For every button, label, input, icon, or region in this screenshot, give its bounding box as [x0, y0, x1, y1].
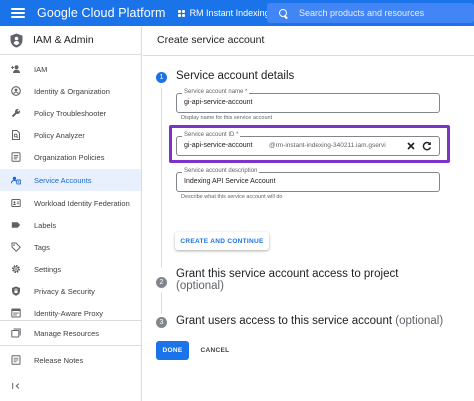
- sidebar-item-label: Manage Resources: [34, 328, 100, 338]
- proxy-icon: [11, 308, 21, 318]
- sidebar-divider: [0, 320, 141, 321]
- sidebar-item-identity-organization[interactable]: Identity & Organization: [0, 80, 141, 102]
- sidebar-item-label: Privacy & Security: [34, 286, 95, 296]
- document-search-icon: [11, 130, 21, 140]
- project-dots-icon: [177, 9, 185, 17]
- sidebar-item-label: Workload Identity Federation: [34, 198, 130, 208]
- service-account-name-field[interactable]: Service account name * gi-api-service-ac…: [176, 89, 440, 113]
- project-selector[interactable]: RM Instant Indexing: [177, 8, 281, 18]
- step-2-title-text: Grant this service account access to pro…: [176, 268, 399, 280]
- create-and-continue-button[interactable]: CREATE AND CONTINUE: [175, 232, 269, 250]
- person-add-icon: [11, 64, 21, 74]
- sidebar-item-label: Identity & Organization: [34, 86, 110, 96]
- name-help-text: Display name for this service account: [181, 115, 273, 121]
- field-label: Service account name *: [182, 89, 250, 95]
- highlight-box: [169, 125, 450, 163]
- step-connector: [161, 292, 162, 314]
- sidebar-item-release-notes[interactable]: Release Notes: [0, 349, 141, 371]
- step-3-title[interactable]: Grant users access to this service accou…: [176, 315, 443, 327]
- step-1-badge: 1: [156, 72, 167, 83]
- sidebar-item-privacy-security[interactable]: Privacy & Security: [0, 280, 141, 302]
- sidebar-item-manage-resources[interactable]: Manage Resources: [0, 322, 141, 344]
- service-account-description-field[interactable]: Service account description Indexing API…: [176, 168, 440, 192]
- step-1-title[interactable]: Service account details: [176, 70, 294, 82]
- step-2-title[interactable]: Grant this service account access to pro…: [176, 268, 398, 292]
- cancel-button[interactable]: CANCEL: [197, 341, 233, 360]
- collapse-icon: [11, 381, 21, 391]
- sidebar-item-label: Policy Troubleshooter: [34, 108, 107, 118]
- sidebar-item-iam[interactable]: IAM: [0, 58, 141, 80]
- header-divider: [143, 55, 474, 56]
- tag-icon: [11, 242, 21, 252]
- step-3-optional: (optional): [395, 315, 444, 327]
- field-value[interactable]: gi-api-service-account: [184, 99, 252, 106]
- sidebar-item-service-accounts[interactable]: Service Accounts: [0, 169, 141, 191]
- step-3-badge: 3: [156, 317, 167, 328]
- project-name: RM Instant Indexing: [189, 8, 270, 18]
- done-button[interactable]: DONE: [156, 341, 189, 360]
- sidebar-item-policy-analyzer[interactable]: Policy Analyzer: [0, 124, 141, 146]
- field-label: Service account description: [182, 168, 260, 174]
- federation-icon: [11, 198, 21, 208]
- label-icon: [11, 220, 21, 230]
- collapse-sidebar-button[interactable]: [0, 375, 141, 397]
- sidebar-item-label: Identity-Aware Proxy: [34, 308, 104, 318]
- field-value[interactable]: Indexing API Service Account: [184, 178, 275, 185]
- sidebar-item-labels[interactable]: Labels: [0, 214, 141, 236]
- search-bar[interactable]: [267, 3, 474, 23]
- wrench-icon: [11, 108, 21, 118]
- step-connector: [161, 88, 162, 268]
- sidebar-item-label: Policy Analyzer: [34, 130, 85, 140]
- sidebar-item-policy-troubleshooter[interactable]: Policy Troubleshooter: [0, 102, 141, 124]
- description-help-text: Describe what this service account will …: [181, 194, 283, 200]
- sidebar-title: IAM & Admin: [33, 34, 94, 46]
- top-app-bar: Google Cloud Platform RM Instant Indexin…: [0, 0, 474, 26]
- sidebar-item-label: IAM: [34, 64, 48, 74]
- account-circle-icon: [11, 86, 21, 96]
- sidebar-item-label: Release Notes: [34, 355, 84, 365]
- sidebar-item-label: Settings: [34, 264, 62, 274]
- notes-icon: [11, 355, 21, 365]
- main-content: Create service account 1 Service account…: [143, 26, 474, 401]
- step-2-badge: 2: [156, 277, 167, 288]
- search-input[interactable]: [299, 8, 469, 18]
- product-logo-text[interactable]: Google Cloud Platform: [37, 6, 166, 20]
- sidebar-item-label: Labels: [34, 220, 57, 230]
- policy-list-icon: [11, 152, 21, 162]
- sidebar-item-label: Tags: [34, 242, 50, 252]
- sidebar-item-tags[interactable]: Tags: [0, 236, 141, 258]
- step-3-title-text: Grant users access to this service accou…: [176, 315, 393, 327]
- shield-person-icon: [10, 33, 23, 47]
- sidebar-item-settings[interactable]: Settings: [0, 258, 141, 280]
- sidebar-item-label: Organization Policies: [34, 152, 105, 162]
- folder-stack-icon: [11, 328, 21, 338]
- step-2-optional: (optional): [176, 280, 224, 292]
- sidebar-header: IAM & Admin: [0, 26, 141, 55]
- sidebar: IAM & Admin IAM Identity & Organization …: [0, 26, 142, 401]
- sidebar-item-label: Service Accounts: [34, 175, 92, 185]
- search-icon: [279, 8, 288, 18]
- menu-icon[interactable]: [11, 8, 25, 18]
- sidebar-divider: [0, 345, 141, 346]
- sidebar-item-organization-policies[interactable]: Organization Policies: [0, 146, 141, 168]
- sidebar-item-workload-identity-federation[interactable]: Workload Identity Federation: [0, 192, 141, 214]
- shield-lock-icon: [11, 286, 21, 296]
- page-title: Create service account: [157, 34, 265, 46]
- service-account-icon: [11, 175, 21, 185]
- gear-icon: [11, 264, 21, 274]
